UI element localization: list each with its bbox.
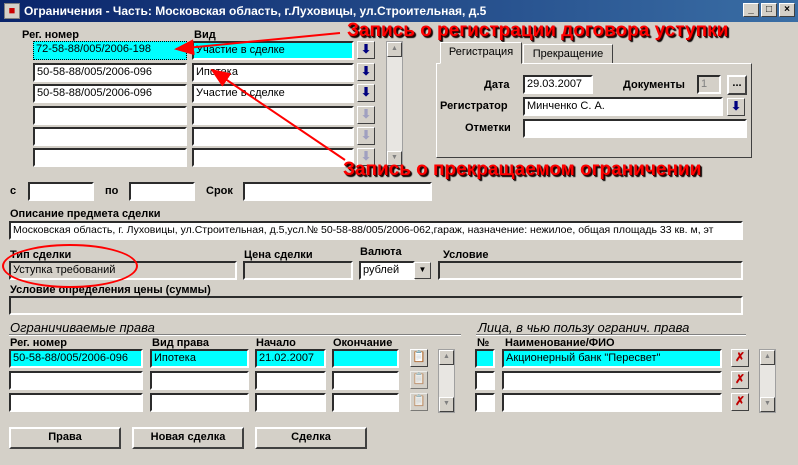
annotation-arrow bbox=[210, 68, 346, 161]
annotation-top: Запись о регистрации договора уступки bbox=[347, 20, 729, 41]
annotation-bottom: Запись о прекращаемом ограничении bbox=[343, 159, 702, 180]
annotation-arrows bbox=[174, 32, 346, 161]
tab-registration[interactable]: Регистрация bbox=[440, 42, 522, 64]
annotation-arrow bbox=[174, 32, 341, 56]
